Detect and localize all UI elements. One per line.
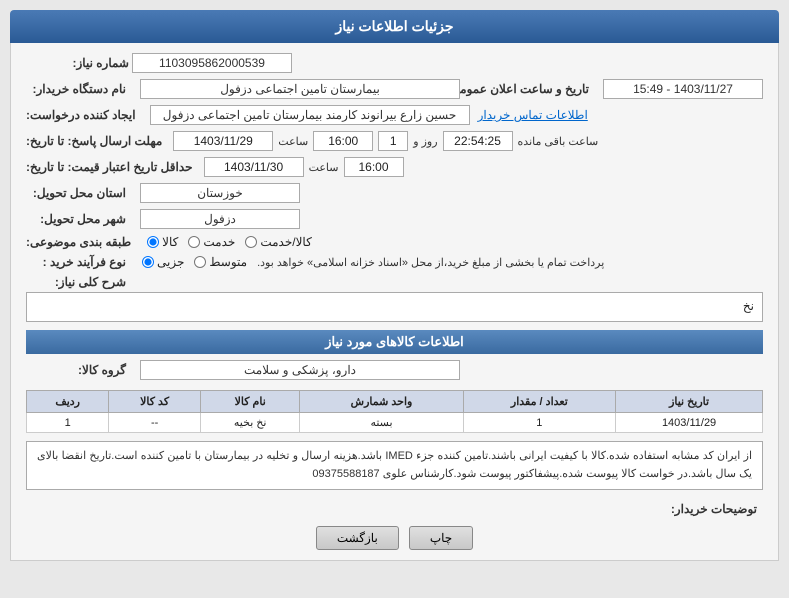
btn-bazgasht[interactable]: بازگشت — [316, 526, 399, 550]
col-nam-kala: نام کالا — [200, 391, 300, 413]
shomara-niaz-value: 1103095862000539 — [132, 53, 292, 73]
buyer-notes-row: توضیحات خریدار: — [26, 498, 763, 516]
col-tedad: تعداد / مقدار — [463, 391, 616, 413]
saat-label: ساعت — [278, 135, 308, 148]
tazvihat-label: توضیحات خریدار: — [671, 498, 757, 516]
tarikh-ersal-rooz: 1 — [378, 131, 408, 151]
ostan-label: استان محل تحویل: — [26, 186, 126, 200]
radio-motevaset-input[interactable] — [194, 256, 206, 268]
motevaset-label: متوسط — [209, 255, 247, 269]
hadaghall-date: 1403/11/30 — [204, 157, 304, 177]
ostan-value: خوزستان — [140, 183, 300, 203]
radio-khadamat-input[interactable] — [188, 236, 200, 248]
cell-radif: 1 — [27, 413, 109, 433]
table-row: 1403/11/29 1 بسته نخ بخیه -- 1 — [27, 413, 763, 433]
sharh-label: شرح کلی نیاز: — [26, 275, 126, 289]
ijad-value: حسین زارع بیرانوند کارمند بیمارستان تامی… — [150, 105, 470, 125]
tarikh-elan-label: تاریخ و ساعت اعلان عمومی: — [468, 82, 589, 96]
col-radif: ردیف — [27, 391, 109, 413]
shahr-value: دزفول — [140, 209, 300, 229]
kala-label: کالا — [162, 235, 178, 249]
group-kala-value: دارو، پزشکی و سلامت — [140, 360, 460, 380]
shomara-niaz-label: شماره نیاز: — [29, 56, 129, 70]
shahr-label: شهر محل تحویل: — [26, 212, 126, 226]
group-kala-label: گروه کالا: — [26, 363, 126, 377]
btn-chap[interactable]: چاپ — [409, 526, 473, 550]
now-farayand-label: نوع فرآیند خرید : — [26, 255, 126, 269]
nam-dastgah-value: بیمارستان تامین اجتماعی دزفول — [140, 79, 460, 99]
col-vahed: واحد شمارش — [300, 391, 463, 413]
col-tarikh-niaz: تاریخ نیاز — [616, 391, 763, 413]
rooz-label: روز و — [413, 135, 437, 148]
sharh-value: نخ — [26, 292, 763, 322]
kala-khadamat-label: کالا/خدمت — [260, 235, 311, 249]
tarikh-ersal-saat: 16:00 — [313, 131, 373, 151]
radio-jozyi[interactable]: جزیی — [142, 255, 184, 269]
section-kalahai-title: اطلاعات کالاهای مورد نیاز — [26, 330, 763, 354]
radio-jozyi-input[interactable] — [142, 256, 154, 268]
khadamat-label: خدمت — [203, 235, 235, 249]
notice-text: از ایران کد مشابه استفاده شده.کالا با کی… — [26, 441, 763, 490]
cell-vahed: بسته — [300, 413, 463, 433]
radio-kala-khadamat-input[interactable] — [245, 236, 257, 248]
tabaghe-label: طبقه بندی موضوعی: — [26, 235, 131, 249]
tarikh-ersal-label: مهلت ارسال پاسخ: تا تاریخ: — [26, 134, 162, 148]
ijad-label: ایجاد کننده درخواست: — [26, 108, 136, 122]
page-title: جزئیات اطلاعات نیاز — [10, 10, 779, 43]
tarikh-elan-value: 1403/11/27 - 15:49 — [603, 79, 763, 99]
radio-kala-khadamat[interactable]: کالا/خدمت — [245, 235, 311, 249]
cell-tarikh-niaz: 1403/11/29 — [616, 413, 763, 433]
hadaghall-saat: 16:00 — [344, 157, 404, 177]
radio-khadamat[interactable]: خدمت — [188, 235, 235, 249]
hadaghall-saat-label: ساعت — [309, 161, 339, 174]
tarikh-ersal-date: 1403/11/29 — [173, 131, 273, 151]
hadaghall-label: حداقل تاریخ اعتبار قیمت: تا تاریخ: — [26, 160, 193, 174]
cell-tedad: 1 — [463, 413, 616, 433]
tarikh-ersal-remaining: 22:54:25 — [443, 131, 513, 151]
now-farayand-desc: پرداخت تمام یا بخشی از مبلغ خرید،از محل … — [257, 256, 604, 269]
ijad-link[interactable]: اطلاعات تماس خریدار — [478, 108, 588, 122]
radio-kala-input[interactable] — [147, 236, 159, 248]
col-kod-kala: کد کالا — [109, 391, 201, 413]
radio-kala[interactable]: کالا — [147, 235, 178, 249]
radio-motevaset[interactable]: متوسط — [194, 255, 247, 269]
cell-nam-kala: نخ بخیه — [200, 413, 300, 433]
nam-dastgah-label: نام دستگاه خریدار: — [26, 82, 126, 96]
kala-table: تاریخ نیاز تعداد / مقدار واحد شمارش نام … — [26, 390, 763, 433]
jozyi-label: جزیی — [157, 255, 184, 269]
cell-kod-kala: -- — [109, 413, 201, 433]
remaining-label: ساعت باقی مانده — [518, 135, 599, 148]
